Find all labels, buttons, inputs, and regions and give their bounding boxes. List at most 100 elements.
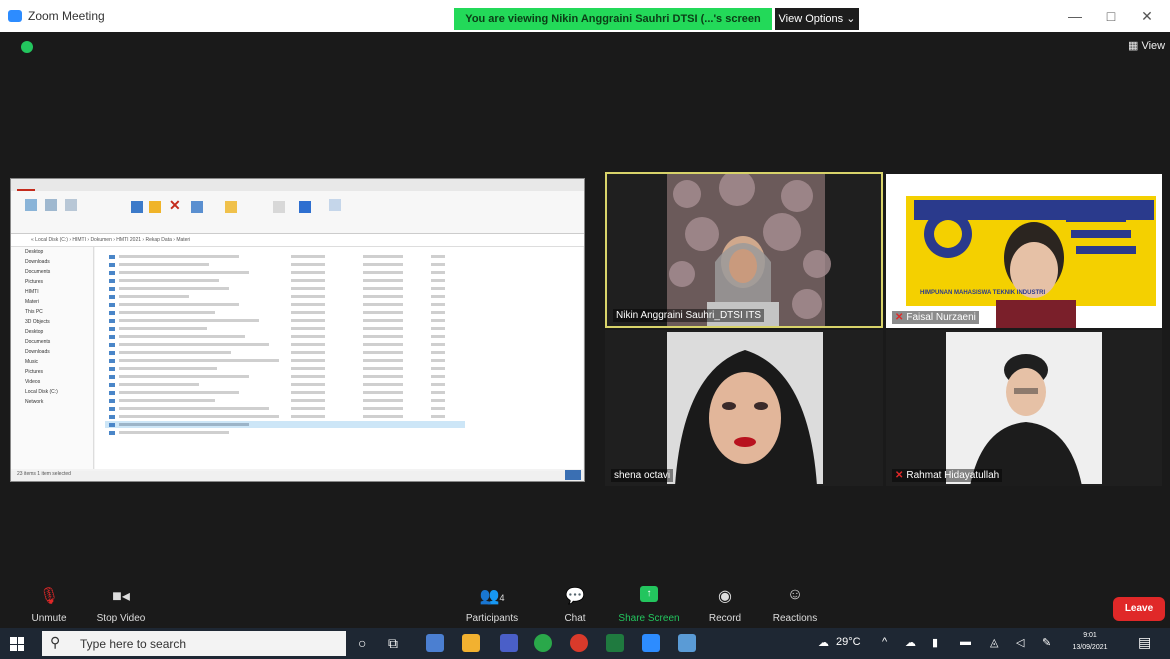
pin-icon [25, 199, 37, 211]
notification-icon[interactable]: ▤ [1138, 634, 1151, 651]
view-layout-button[interactable]: ▦ View [1128, 39, 1165, 52]
nav-item[interactable]: Downloads [11, 347, 93, 357]
teams-app-icon[interactable] [500, 634, 518, 652]
explorer-status-bar: 23 items 1 item selected [11, 471, 584, 481]
mic-muted-icon: ✕ [895, 470, 904, 481]
video-tile-active-speaker[interactable]: Nikin Anggraini Sauhri_DTSI ITS [605, 172, 883, 328]
explorer-navigation-pane: Desktop Downloads Documents Pictures HIM… [11, 247, 94, 469]
chat-button[interactable]: 💬 Chat [540, 580, 610, 628]
excel-app-icon[interactable] [606, 634, 624, 652]
usb-icon[interactable]: ▮ [932, 636, 938, 649]
minimize-button[interactable]: — [1060, 6, 1090, 26]
participant-video [906, 196, 1156, 328]
store-app-icon[interactable] [426, 634, 444, 652]
maximize-button[interactable]: □ [1096, 6, 1126, 26]
security-shield-icon[interactable] [21, 41, 33, 53]
nav-item[interactable]: Pictures [11, 367, 93, 377]
zoom-app-icon[interactable] [642, 634, 660, 652]
unmute-button[interactable]: 🎙 Unmute [14, 580, 84, 628]
chat-icon: 💬 [565, 588, 585, 605]
weather-temperature[interactable]: 29°C [836, 636, 861, 648]
participant-video [946, 332, 1102, 486]
resize-handle-icon[interactable] [565, 470, 581, 480]
select-icon [329, 199, 341, 211]
nav-item[interactable]: This PC [11, 307, 93, 317]
stop-video-button[interactable]: ■◂ Stop Video [86, 580, 156, 628]
view-options-button[interactable]: View Options ⌄ [775, 8, 859, 30]
record-icon: ◉ [718, 588, 732, 605]
participants-icon: 👥4 [479, 588, 505, 605]
nav-item[interactable]: Documents [11, 267, 93, 277]
nav-item[interactable]: Videos [11, 377, 93, 387]
reactions-icon: ☺ [786, 586, 804, 603]
windows-taskbar: ⚲ Type here to search ○ ⧉ ☁ 29°C ^ ☁ ▮ ▬… [0, 628, 1170, 659]
app-icon[interactable] [678, 634, 696, 652]
line-app-icon[interactable] [534, 634, 552, 652]
participant-name: Nikin Anggraini Sauhri_DTSI ITS [613, 309, 765, 322]
nav-item[interactable]: Music [11, 357, 93, 367]
battery-icon[interactable]: ▬ [960, 636, 971, 648]
paste-icon [65, 199, 77, 211]
folder-icon [149, 201, 161, 213]
volume-icon[interactable]: ◁ [1016, 636, 1024, 649]
move-icon [131, 201, 143, 213]
video-tile[interactable]: shena octavi [605, 330, 883, 486]
weather-icon[interactable]: ☁ [818, 636, 829, 649]
video-tile[interactable]: HIMPUNAN MAHASISWA TEKNIK INDUSTRI ✕ Fais… [886, 174, 1162, 328]
leave-button[interactable]: Leave [1113, 597, 1165, 621]
video-camera-icon: ■◂ [112, 588, 130, 605]
participant-name-bar: ✕ Rahmat Hidayatullah [892, 469, 1003, 482]
mic-muted-icon: ✕ [895, 312, 904, 323]
cortana-icon[interactable]: ○ [358, 635, 366, 651]
explorer-ribbon: ✕ [11, 191, 584, 234]
record-button[interactable]: ◉ Record [690, 580, 760, 628]
share-screen-button[interactable]: ↑ Share Screen [614, 580, 684, 628]
nav-item[interactable]: Downloads [11, 257, 93, 267]
nav-item[interactable]: Pictures [11, 277, 93, 287]
explorer-file-list [95, 247, 583, 469]
nav-item[interactable]: Desktop [11, 327, 93, 337]
task-view-icon[interactable]: ⧉ [388, 635, 398, 652]
file-explorer-app-icon[interactable] [462, 634, 480, 652]
nav-item[interactable]: Network [11, 397, 93, 407]
onedrive-icon[interactable]: ☁ [905, 636, 916, 649]
taskbar-clock[interactable]: 9:01 13/09/2021 [1070, 630, 1110, 654]
open-icon [299, 201, 311, 213]
file-rows-graphic [105, 255, 465, 435]
meeting-toolbar: 🎙 Unmute ■◂ Stop Video 👥4 Participants 💬… [0, 580, 1170, 628]
network-icon[interactable]: ◬ [990, 636, 998, 649]
pen-icon[interactable]: ✎ [1042, 636, 1051, 649]
participant-video [667, 174, 831, 326]
clock-date: 13/09/2021 [1072, 644, 1108, 651]
nav-item[interactable]: Documents [11, 337, 93, 347]
org-banner-text: HIMPUNAN MAHASISWA TEKNIK INDUSTRI [920, 290, 1046, 296]
nav-item[interactable]: Local Disk (C:) [11, 387, 93, 397]
clock-time: 9:01 [1083, 632, 1097, 639]
share-screen-icon: ↑ [640, 586, 658, 602]
chrome-app-icon[interactable] [570, 634, 588, 652]
taskbar-search-input[interactable]: ⚲ Type here to search [42, 631, 346, 656]
nav-item[interactable]: Desktop [11, 247, 93, 257]
shared-screen[interactable]: ✕ « Local Disk (C:) › HIMTI › Dokumen › … [10, 178, 585, 482]
video-tile[interactable]: ✕ Rahmat Hidayatullah [886, 330, 1162, 486]
participant-name: Rahmat Hidayatullah [906, 470, 1000, 481]
nav-item[interactable]: HIMTI [11, 287, 93, 297]
new-folder-icon [225, 201, 237, 213]
participant-video [667, 332, 823, 486]
nav-item[interactable]: 3D Objects [11, 317, 93, 327]
explorer-titlebar [11, 179, 584, 191]
reactions-button[interactable]: ☺ Reactions [760, 580, 830, 628]
chevron-up-icon[interactable]: ^ [882, 636, 887, 648]
windows-start-icon[interactable] [10, 637, 24, 651]
close-button[interactable]: ✕ [1132, 6, 1162, 26]
explorer-address-bar: « Local Disk (C:) › HIMTI › Dokumen › HM… [11, 234, 584, 247]
participants-count: 4 [499, 593, 505, 603]
delete-icon: ✕ [169, 197, 181, 213]
participant-name-bar: ✕ Faisal Nurzaeni [892, 311, 979, 324]
nav-item[interactable]: Materi [11, 297, 93, 307]
copy-icon [45, 199, 57, 211]
window-title: Zoom Meeting [28, 9, 105, 23]
participants-button[interactable]: 👥4 Participants [452, 580, 532, 628]
zoom-logo-icon [8, 10, 22, 22]
participant-name: shena octavi [611, 469, 674, 482]
